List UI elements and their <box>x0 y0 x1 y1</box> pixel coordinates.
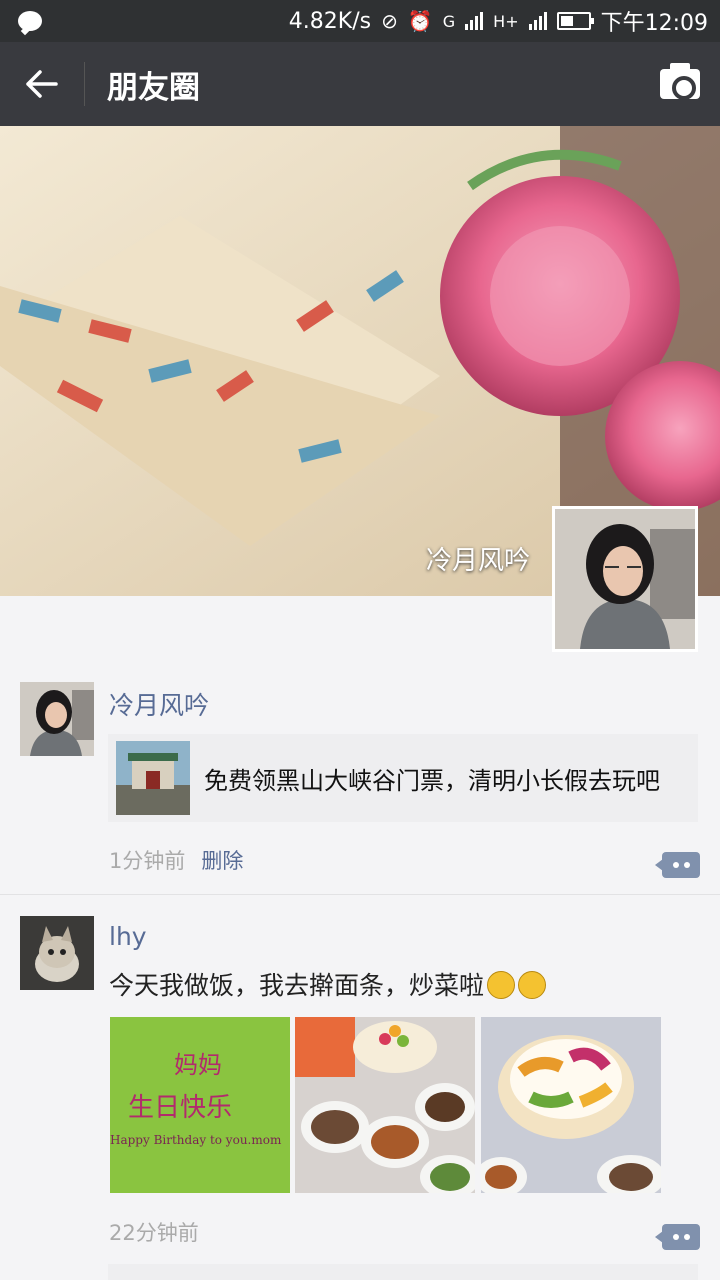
network-type-h: H+ <box>493 11 519 31</box>
wechat-notification-icon <box>18 11 42 31</box>
link-thumbnail <box>116 741 190 815</box>
post-divider <box>0 894 720 895</box>
clock: 下午12:09 <box>600 11 708 36</box>
post-text-content: 今天我做饭，我去擀面条，炒菜啦 <box>109 971 485 1000</box>
post-photo-3[interactable] <box>481 1017 661 1193</box>
comment-dot-icon <box>683 1234 690 1240</box>
post-text: 今天我做饭，我去擀面条，炒菜啦 <box>109 966 547 1002</box>
comment-dot-icon <box>672 1234 679 1240</box>
nav-bar: 朋友圈 <box>0 42 720 126</box>
likes-panel-partial <box>108 1264 698 1280</box>
post-avatar[interactable] <box>20 682 94 756</box>
status-bar: 4.82K/s ⊘ ⏰ G H+ 下午12:09 <box>0 0 720 42</box>
post-avatar[interactable] <box>20 916 94 990</box>
grin-emoji-icon <box>487 971 516 999</box>
link-title: 免费领黑山大峡谷门票，清明小长假去玩吧 <box>204 766 660 795</box>
profile-photo <box>555 509 695 649</box>
post-username[interactable]: lhy <box>109 922 147 951</box>
back-arrow-icon <box>26 70 58 98</box>
comment-dot-icon <box>672 862 679 868</box>
battery-icon <box>556 12 594 30</box>
photo-caption-en: Happy Birthday to you.mom <box>110 1133 282 1147</box>
post-photo-1[interactable]: 妈妈 生日快乐 Happy Birthday to you.mom <box>110 1017 290 1193</box>
post-username[interactable]: 冷月风吟 <box>109 686 209 722</box>
comment-button[interactable] <box>655 1224 700 1250</box>
alarm-icon: ⏰ <box>407 9 433 33</box>
avatar-photo <box>20 682 94 756</box>
back-button[interactable] <box>0 42 84 126</box>
post-time: 22分钟前 <box>109 1221 199 1245</box>
camera-icon <box>660 63 700 100</box>
birthday-cake-photo <box>481 1017 661 1193</box>
photo-caption-cn-1: 妈妈 <box>174 1051 222 1079</box>
post-time: 1分钟前 <box>109 849 186 873</box>
mute-icon: ⊘ <box>381 9 398 33</box>
comment-dot-icon <box>683 862 690 868</box>
delete-link[interactable]: 删除 <box>201 849 243 873</box>
grin-emoji-icon <box>518 971 547 999</box>
kitten-avatar-photo <box>20 916 94 990</box>
food-table-photo <box>295 1017 475 1193</box>
signal-icon-2 <box>528 12 547 30</box>
photo-caption-cn-2: 生日快乐 <box>128 1093 233 1123</box>
post-meta: 1分钟前 删除 <box>109 845 243 875</box>
post-photo-2[interactable] <box>295 1017 475 1193</box>
signal-icon <box>465 12 484 30</box>
network-type-g: G <box>442 11 456 31</box>
comment-button[interactable] <box>655 852 700 878</box>
network-speed: 4.82K/s <box>288 8 372 34</box>
cover-avatar[interactable] <box>552 506 698 652</box>
page-title: 朋友圈 <box>107 69 200 106</box>
camera-button[interactable] <box>640 42 720 126</box>
shared-link-card[interactable]: 免费领黑山大峡谷门票，清明小长假去玩吧 <box>108 734 698 822</box>
cover-owner-name: 冷月风吟 <box>425 546 530 576</box>
nav-divider <box>84 62 85 106</box>
